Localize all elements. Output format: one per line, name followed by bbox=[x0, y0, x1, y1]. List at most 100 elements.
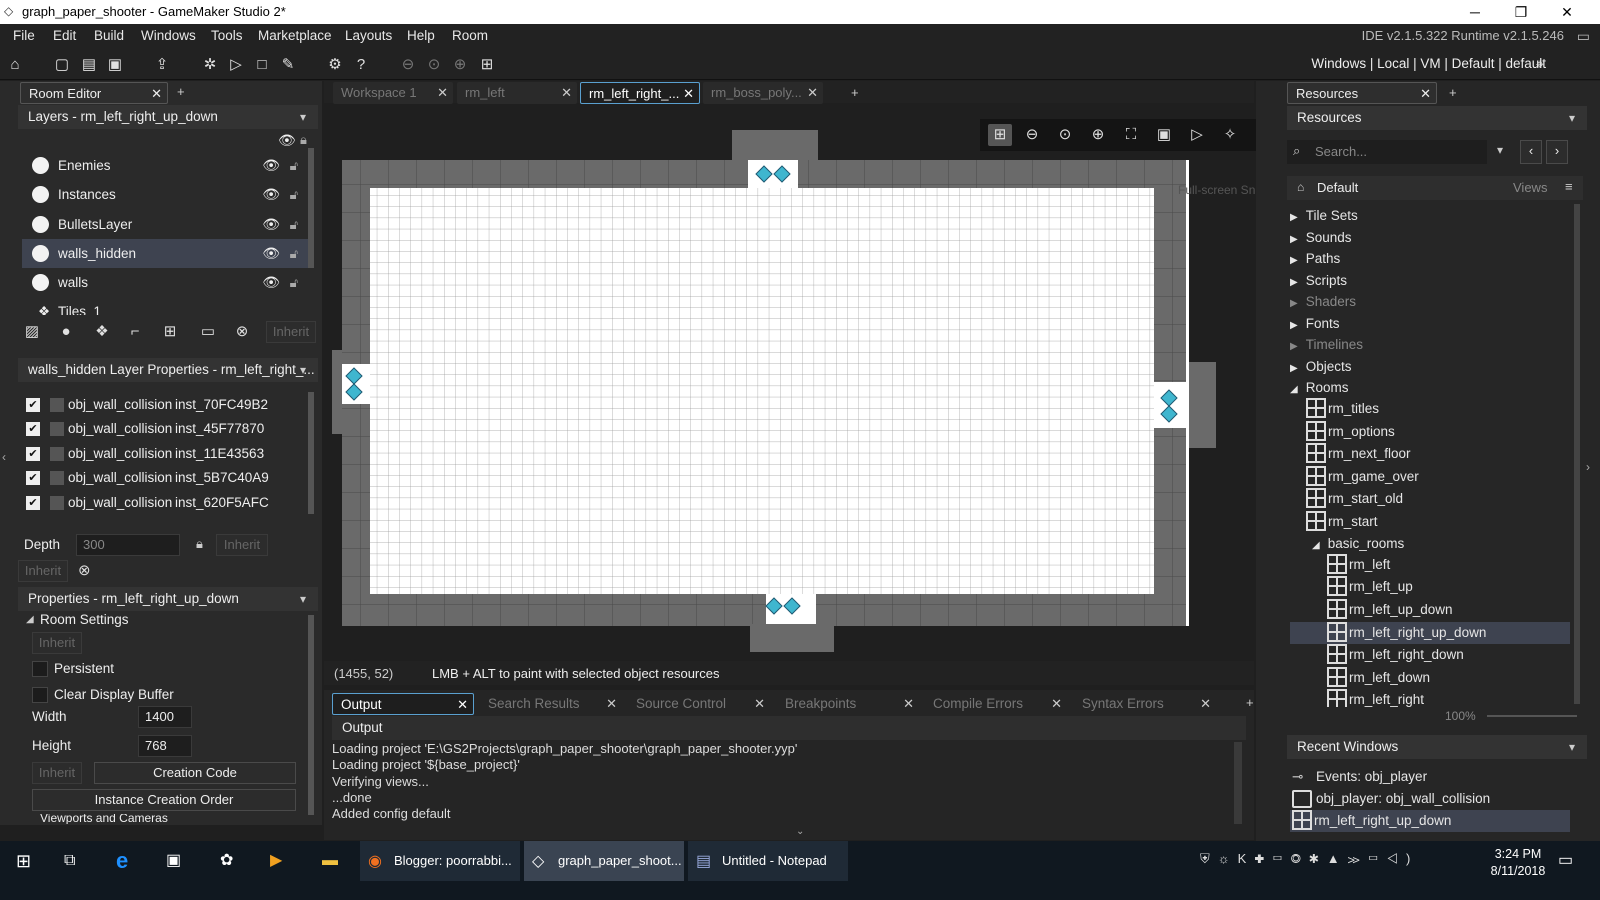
tab-compile-errors[interactable]: Compile Errors ✕ bbox=[925, 693, 1067, 715]
notifications-icon[interactable]: ▭ bbox=[1558, 850, 1573, 870]
media-icon[interactable]: ▶ bbox=[270, 841, 282, 881]
clear-icon[interactable]: ⊗ bbox=[78, 561, 91, 579]
menu-build[interactable]: Build bbox=[94, 28, 124, 43]
room-item[interactable]: rm_left bbox=[1327, 554, 1390, 576]
restore-button[interactable]: ❐ bbox=[1498, 0, 1544, 24]
chevron-down-icon[interactable]: ▾ bbox=[300, 358, 306, 382]
output-scrollbar[interactable] bbox=[1234, 742, 1242, 824]
close-icon[interactable]: ✕ bbox=[457, 694, 468, 716]
inherit-button[interactable]: Inherit bbox=[32, 632, 82, 654]
height-input[interactable]: 768 bbox=[138, 735, 192, 757]
background-layer-icon[interactable]: ▨ bbox=[20, 321, 44, 343]
menu-marketplace[interactable]: Marketplace bbox=[258, 28, 332, 43]
tree-item-fonts[interactable]: ▶ Fonts bbox=[1290, 313, 1339, 334]
instance-row[interactable]: ✔ obj_wall_collision inst_70FC49B2 bbox=[22, 393, 308, 417]
delete-layer-icon[interactable]: ⊗ bbox=[230, 321, 254, 343]
lock-icon[interactable]: 🔓︎ bbox=[290, 210, 298, 239]
chevron-down-icon[interactable]: ▾ bbox=[1569, 735, 1575, 759]
tab-room-editor[interactable]: Room Editor ✕ bbox=[20, 82, 168, 104]
forward-button[interactable]: › bbox=[1546, 140, 1568, 164]
inherit-button[interactable]: Inherit bbox=[18, 560, 68, 582]
add-tab-icon[interactable]: + bbox=[851, 85, 859, 100]
menu-file[interactable]: File bbox=[13, 28, 35, 43]
tile-layer-add-icon[interactable]: ❖ bbox=[90, 321, 114, 343]
tab-output[interactable]: Output ✕ bbox=[332, 693, 474, 715]
clear-buffer-checkbox[interactable] bbox=[32, 687, 48, 703]
recent-item[interactable]: obj_player: obj_wall_collision bbox=[1292, 788, 1490, 810]
width-input[interactable]: 1400 bbox=[138, 706, 192, 728]
search-dropdown-icon[interactable]: ▾ bbox=[1497, 143, 1503, 157]
instances-scrollbar[interactable] bbox=[308, 392, 314, 514]
layer-walls-hidden[interactable]: walls_hidden 👁 🔓︎ bbox=[22, 239, 308, 268]
recent-item-selected[interactable]: rm_left_right_up_down bbox=[1292, 810, 1451, 832]
snap-icon[interactable]: ✧ bbox=[1218, 124, 1242, 146]
instance-layer-add-icon[interactable]: ● bbox=[54, 321, 78, 343]
taskbar-item-notepad[interactable]: ▤ Untitled - Notepad bbox=[688, 841, 848, 881]
instance-row[interactable]: ✔ obj_wall_collision inst_11E43563 bbox=[22, 442, 308, 466]
zoom-in-icon[interactable]: ⊕ bbox=[448, 54, 472, 76]
close-icon[interactable]: ✕ bbox=[683, 83, 694, 105]
room-item[interactable]: rm_titles bbox=[1306, 398, 1379, 420]
inherit-button[interactable]: Inherit bbox=[266, 321, 316, 343]
tab-rm-left-right-up-down[interactable]: rm_left_right_... ✕ bbox=[580, 82, 700, 104]
run-icon[interactable]: ▷ bbox=[224, 54, 248, 76]
checkbox[interactable]: ✔ bbox=[26, 471, 40, 485]
menu-windows[interactable]: Windows bbox=[141, 28, 196, 43]
asset-layer-icon[interactable]: ⊞ bbox=[158, 321, 182, 343]
add-tab-icon[interactable]: + bbox=[177, 84, 185, 99]
chevron-down-icon[interactable]: ▾ bbox=[300, 587, 306, 611]
checkbox[interactable]: ✔ bbox=[26, 422, 40, 436]
layer-bulletslayer[interactable]: BulletsLayer 👁 🔓︎ bbox=[22, 210, 308, 239]
start-icon[interactable]: ⊞ bbox=[16, 841, 31, 881]
new-project-icon[interactable]: ▢ bbox=[50, 54, 74, 76]
checkbox[interactable]: ✔ bbox=[26, 398, 40, 412]
room-item[interactable]: rm_options bbox=[1306, 421, 1395, 443]
checkbox[interactable]: ✔ bbox=[26, 496, 40, 510]
edge-icon[interactable]: e bbox=[116, 841, 128, 881]
minimize-button[interactable]: ─ bbox=[1452, 0, 1498, 24]
taskbar-item-gamemaker[interactable]: ◇ graph_paper_shoot... bbox=[524, 841, 684, 881]
menu-tools[interactable]: Tools bbox=[211, 28, 243, 43]
close-icon[interactable]: ✕ bbox=[807, 82, 818, 104]
close-icon[interactable]: ✕ bbox=[561, 82, 572, 104]
tab-resources[interactable]: Resources ✕ bbox=[1287, 82, 1437, 104]
menu-layouts[interactable]: Layouts bbox=[345, 28, 392, 43]
menu-edit[interactable]: Edit bbox=[53, 28, 76, 43]
room-properties-header[interactable]: Properties - rm_left_right_up_down ▾ bbox=[18, 587, 318, 611]
zoom-slider[interactable] bbox=[1487, 715, 1577, 717]
paint-icon[interactable]: ✿ bbox=[220, 841, 233, 881]
clean-icon[interactable]: ✎ bbox=[276, 54, 300, 76]
room-item[interactable]: rm_game_over bbox=[1306, 466, 1419, 488]
close-icon[interactable]: ✕ bbox=[1420, 83, 1431, 105]
close-icon[interactable]: ✕ bbox=[437, 82, 448, 104]
inherit-button[interactable]: Inherit bbox=[32, 762, 82, 784]
layer-tiles-1[interactable]: ❖ Tiles_1 bbox=[22, 297, 308, 315]
instance-row[interactable]: ✔ obj_wall_collision inst_5B7C40A9 bbox=[22, 466, 308, 490]
target-selector[interactable]: Windows | Local | VM | Default | default bbox=[1311, 56, 1546, 71]
collapse-left-icon[interactable]: ‹ bbox=[2, 450, 6, 464]
default-view-label[interactable]: Default bbox=[1317, 180, 1358, 195]
debug-icon[interactable]: ✲ bbox=[198, 54, 222, 76]
views-label[interactable]: Views bbox=[1513, 180, 1547, 195]
room-item[interactable]: rm_left_right bbox=[1327, 689, 1424, 707]
layer-instances[interactable]: Instances 👁 🔓︎ bbox=[22, 180, 308, 209]
menu-room[interactable]: Room bbox=[452, 28, 488, 43]
eye-icon[interactable]: 👁 bbox=[262, 239, 280, 268]
layers-header[interactable]: Layers - rm_left_right_up_down ▾ bbox=[18, 105, 318, 129]
tree-item-sounds[interactable]: ▶ Sounds bbox=[1290, 227, 1352, 248]
lock-icon[interactable]: 🔒︎ bbox=[196, 536, 203, 552]
room-item[interactable]: rm_next_floor bbox=[1306, 443, 1411, 465]
instance-row[interactable]: ✔ obj_wall_collision inst_620F5AFC bbox=[22, 491, 308, 515]
add-tab-icon[interactable]: + bbox=[1246, 695, 1254, 710]
tree-item-scripts[interactable]: ▶ Scripts bbox=[1290, 270, 1347, 291]
viewports-section[interactable]: Viewports and Cameras bbox=[26, 814, 286, 824]
open-project-icon[interactable]: ▤ bbox=[77, 54, 101, 76]
instance-row[interactable]: ✔ obj_wall_collision inst_45F77870 bbox=[22, 417, 308, 441]
eye-icon[interactable]: 👁 bbox=[278, 132, 296, 149]
settings-icon[interactable]: ⚙ bbox=[323, 54, 347, 76]
chat-icon[interactable]: ▭ bbox=[1577, 28, 1590, 45]
tree-item-rooms[interactable]: ◢ Rooms bbox=[1290, 377, 1348, 398]
task-view-icon[interactable]: ⧉ bbox=[64, 841, 75, 881]
room-grid[interactable] bbox=[332, 128, 1220, 656]
help-icon[interactable]: ? bbox=[349, 54, 373, 76]
